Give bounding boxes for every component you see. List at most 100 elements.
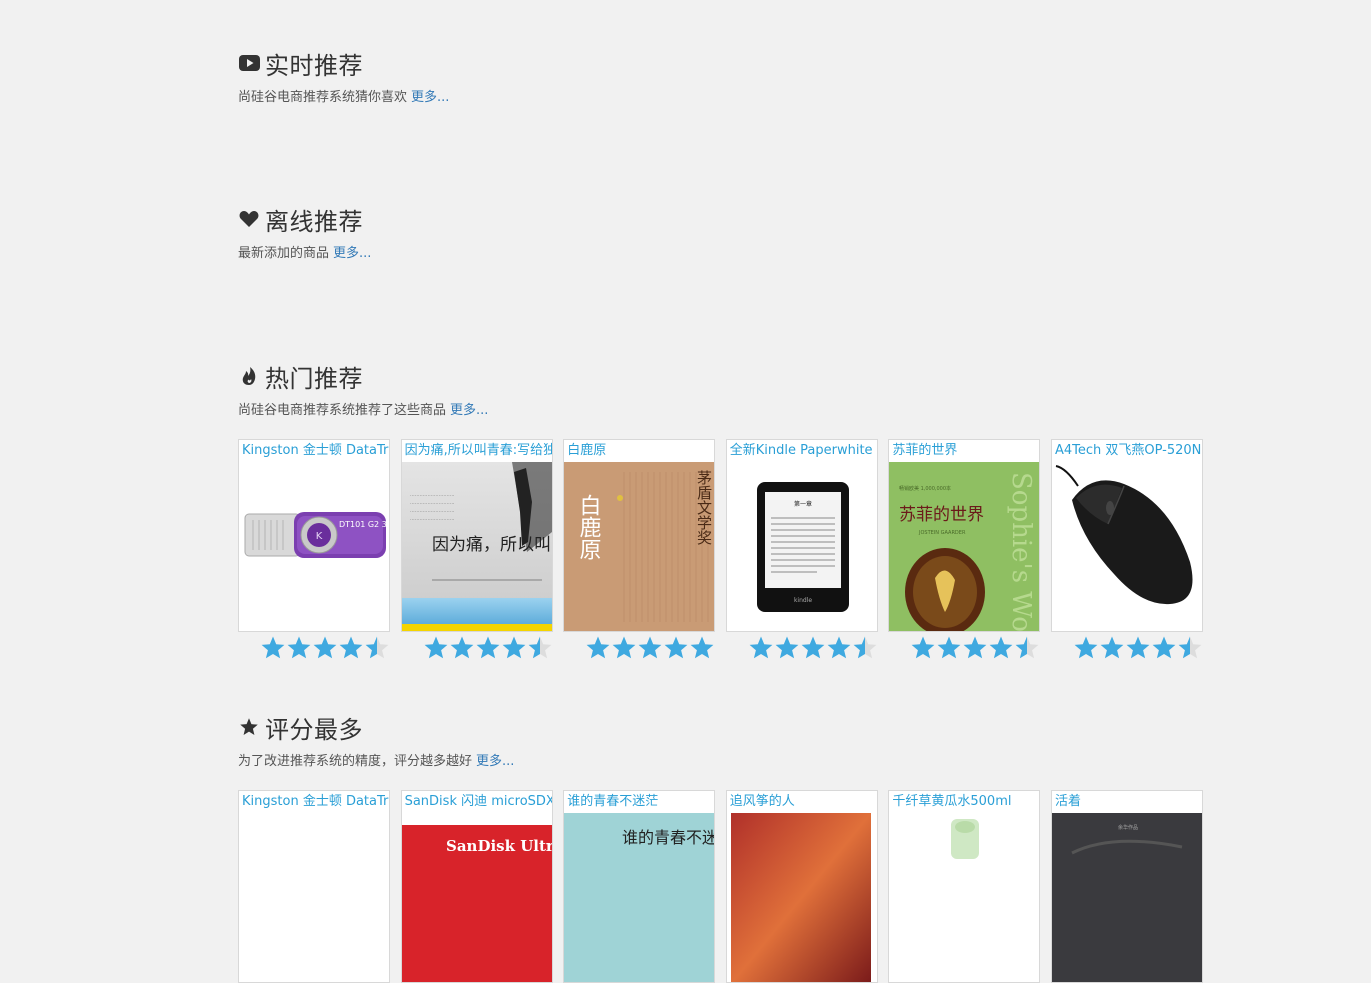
rating-star-icon (911, 636, 935, 659)
rating-star-icon (989, 636, 1013, 659)
product-image-book-cover-kite[interactable] (726, 813, 877, 982)
product-image-computer-mouse[interactable] (1051, 462, 1202, 631)
product-image-book-cover-bailuyuan[interactable]: 白鹿原 茅盾文学奖 (564, 462, 715, 631)
product-image-sandisk-card[interactable]: SanDisk Ultra (401, 813, 553, 982)
section-subtitle: 尚硅谷电商推荐系统猜你喜欢 (238, 90, 408, 105)
product-card[interactable]: Kingston 金士顿 DataTraveler (238, 790, 390, 983)
section-subtitle: 最新添加的商品 (238, 246, 330, 261)
section-subtitle: 为了改进推荐系统的精度，评分越多越好 (238, 754, 473, 769)
kindle-brand-text: kindle (794, 597, 812, 604)
rating-stars (1051, 635, 1203, 661)
product-image-book-cover-sophie[interactable]: Sophie's Wo 苏菲的世界 畅销欧美 1,000,000本 JOSTEI… (889, 462, 1040, 632)
product-image-book-cover-youth[interactable]: ........................................… (401, 462, 553, 631)
product-title-link[interactable]: 追风筝的人 (727, 791, 877, 813)
rating-star-icon (690, 636, 714, 659)
section-subtitle: 尚硅谷电商推荐系统推荐了这些商品 (238, 403, 447, 418)
rating-stars (726, 635, 878, 661)
more-link[interactable]: 更多... (411, 90, 449, 105)
rating-star-icon (963, 636, 987, 659)
rating-star-icon (775, 636, 799, 659)
product-card[interactable]: 白鹿原 白鹿原 茅盾文学奖 (563, 439, 716, 661)
product-title-link[interactable]: 苏菲的世界 (889, 440, 1039, 462)
svg-text:余华作品: 余华作品 (1118, 824, 1138, 831)
product-image-cucumber-water[interactable] (889, 813, 1040, 982)
product-title-link[interactable]: Kingston 金士顿 DataTraveler (239, 440, 389, 462)
product-title-link[interactable]: 谁的青春不迷茫 (564, 791, 714, 813)
product-title-link[interactable]: 因为痛,所以叫青春:写给独 (402, 440, 552, 462)
rating-star-icon (1178, 636, 1202, 659)
rating-stars (888, 635, 1040, 661)
rating-star-icon (528, 636, 551, 659)
svg-text:............................: ............................ (410, 508, 455, 514)
svg-text:第一章: 第一章 (794, 500, 812, 508)
product-card[interactable]: 追风筝的人 (725, 790, 878, 983)
rating-star-icon (313, 636, 337, 659)
product-card[interactable]: A4Tech 双飞燕OP-520N (1050, 439, 1203, 661)
section-title: 热门推荐 (265, 364, 363, 393)
svg-text:Sophie's Wo: Sophie's Wo (1006, 472, 1036, 632)
book-cover-title: 因为痛，所以叫青春 (432, 535, 553, 555)
offline-section: 离线推荐 最新添加的商品 更多... (238, 202, 1218, 262)
product-card[interactable]: 苏菲的世界 Sophie's Wo 苏菲的世界 畅销欧美 1,000,000本 … (888, 439, 1041, 661)
rating-star-icon (476, 636, 499, 659)
rating-star-icon (664, 636, 688, 659)
product-image-usb-drive[interactable]: K DT101 G2 32GB (239, 462, 390, 631)
product-card[interactable]: 全新Kindle Paperwhite 第一章 kindle (725, 439, 878, 661)
realtime-section: 实时推荐 尚硅谷电商推荐系统猜你喜欢 更多... (238, 46, 1218, 106)
rating-star-icon (801, 636, 825, 659)
book-cover-title: 谁的青春不迷茫 (622, 828, 715, 847)
product-image-usb-drive[interactable] (239, 813, 389, 982)
product-title-link[interactable]: 活着 (1052, 791, 1202, 813)
star-icon (238, 716, 260, 738)
rating-stars (401, 635, 553, 661)
rating-star-icon (937, 636, 961, 659)
youtube-play-icon (238, 52, 260, 74)
product-title-link[interactable]: 千纤草黄瓜水500ml (889, 791, 1039, 813)
most-rated-section: 评分最多 为了改进推荐系统的精度，评分越多越好 更多... Kingston 金士… (238, 710, 1218, 983)
section-title: 评分最多 (265, 715, 363, 744)
rating-star-icon (1100, 636, 1124, 659)
svg-text:............................: ............................ (410, 492, 455, 498)
rating-star-icon (612, 636, 636, 659)
more-link[interactable]: 更多... (476, 754, 514, 769)
more-link[interactable]: 更多... (450, 403, 488, 418)
rating-stars (563, 635, 715, 661)
sandisk-brand-text: SanDisk Ultra (446, 837, 553, 855)
product-title-link[interactable]: 白鹿原 (564, 440, 714, 462)
more-link[interactable]: 更多... (333, 246, 371, 261)
rating-star-icon (586, 636, 610, 659)
rating-star-icon (287, 636, 311, 659)
product-card[interactable]: 千纤草黄瓜水500ml (888, 790, 1041, 983)
svg-text:............................: ............................ (410, 516, 455, 522)
book-cover-title: 苏菲的世界 (899, 505, 984, 525)
product-title-link[interactable]: A4Tech 双飞燕OP-520N (1052, 440, 1202, 462)
rating-star-icon (424, 636, 447, 659)
svg-text:茅盾文学奖: 茅盾文学奖 (695, 470, 713, 545)
product-image-kindle-ereader[interactable]: 第一章 kindle (726, 462, 877, 631)
product-card[interactable]: Kingston 金士顿 DataTraveler K (238, 439, 390, 661)
heart-icon (238, 208, 260, 230)
svg-text:畅销欧美 1,000,000本: 畅销欧美 1,000,000本 (899, 485, 951, 492)
book-cover-title: 白鹿原 (576, 494, 602, 560)
rating-star-icon (1152, 636, 1176, 659)
rating-star-icon (261, 636, 285, 659)
product-card[interactable]: 因为痛,所以叫青春:写给独 ..........................… (400, 439, 553, 661)
usb-model-text: DT101 G2 32GB (339, 520, 390, 529)
svg-text:JOSTEIN GAARDER: JOSTEIN GAARDER (918, 530, 966, 536)
product-image-book-cover-huozhe[interactable]: 余华作品 (1051, 813, 1202, 982)
product-title-link[interactable]: Kingston 金士顿 DataTraveler (239, 791, 389, 813)
rating-star-icon (1015, 636, 1039, 659)
rating-star-icon (1126, 636, 1150, 659)
rating-star-icon (853, 636, 877, 659)
rating-star-icon (1074, 636, 1098, 659)
product-card[interactable]: 活着 余华作品 (1050, 790, 1203, 983)
rating-star-icon (365, 636, 389, 659)
hot-section: 热门推荐 尚硅谷电商推荐系统推荐了这些商品 更多... Kingston 金士顿 … (238, 359, 1218, 679)
product-card[interactable]: 谁的青春不迷茫 谁的青春不迷茫 (563, 790, 716, 983)
product-card[interactable]: SanDisk 闪迪 microSDXC SanDisk Ultra (400, 790, 553, 983)
svg-text:............................: ............................ (410, 500, 455, 506)
product-title-link[interactable]: SanDisk 闪迪 microSDXC (402, 791, 552, 813)
product-title-link[interactable]: 全新Kindle Paperwhite (727, 440, 877, 462)
section-title: 实时推荐 (265, 51, 363, 80)
product-image-book-cover-youth2[interactable]: 谁的青春不迷茫 (564, 813, 715, 982)
